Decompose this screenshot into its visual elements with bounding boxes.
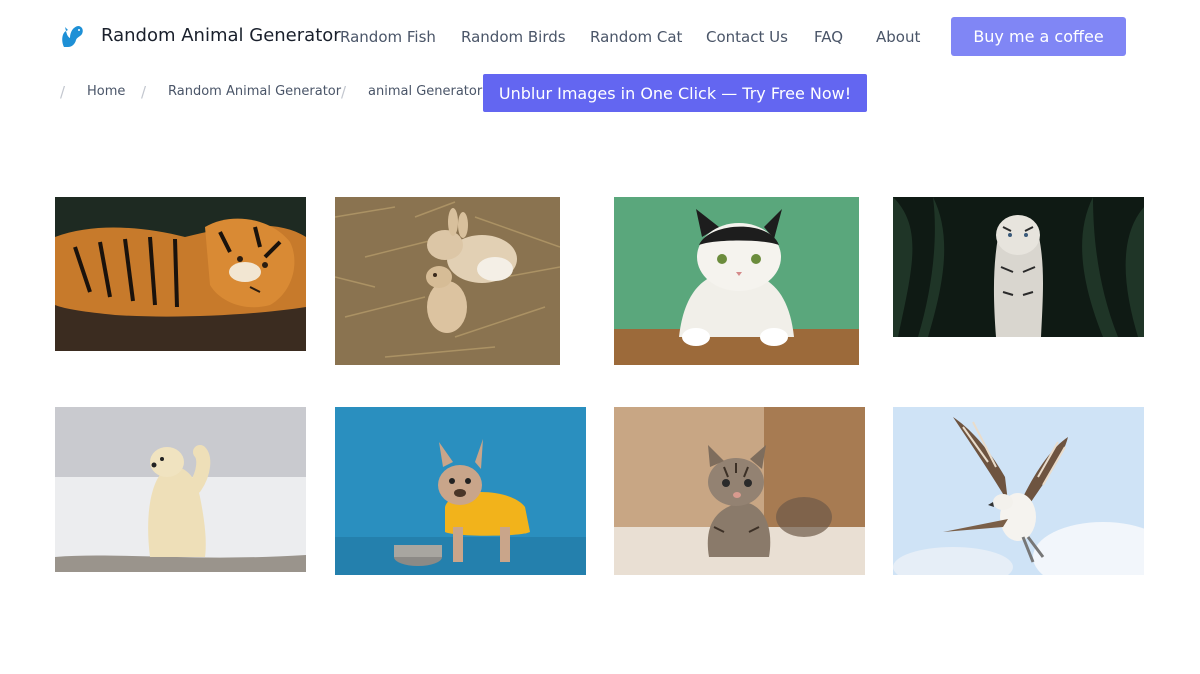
unblur-promo-button[interactable]: Unblur Images in One Click — Try Free No… [483, 74, 867, 112]
buy-coffee-button[interactable]: Buy me a coffee [951, 17, 1126, 56]
gallery-image-osprey[interactable] [893, 407, 1144, 575]
gallery-image-cat[interactable] [614, 197, 859, 365]
nav-contact-us[interactable]: Contact Us [706, 28, 788, 46]
site-brand[interactable]: Random Animal Generator [101, 25, 341, 46]
nav-faq[interactable]: FAQ [814, 28, 843, 46]
gallery-image-kitten[interactable] [614, 407, 865, 575]
squirrel-logo-icon[interactable] [58, 23, 86, 51]
nav-random-cat[interactable]: Random Cat [590, 28, 682, 46]
breadcrumb-home[interactable]: Home [87, 84, 125, 99]
site-header: Random Animal Generator Random Fish Rand… [0, 0, 1200, 74]
nav-random-fish[interactable]: Random Fish [340, 28, 436, 46]
breadcrumb-random-animal-generator[interactable]: Random Animal Generator [168, 84, 341, 99]
breadcrumb-separator: / [341, 83, 347, 101]
gallery-image-rabbits[interactable] [335, 197, 560, 365]
gallery-image-polar-bear[interactable] [55, 407, 306, 572]
breadcrumb-separator: / [60, 83, 66, 101]
breadcrumb-separator: / [141, 83, 147, 101]
nav-random-birds[interactable]: Random Birds [461, 28, 566, 46]
gallery-image-tiger[interactable] [55, 197, 306, 351]
gallery-image-white-tiger[interactable] [893, 197, 1144, 337]
gallery-image-french-bulldog[interactable] [335, 407, 586, 575]
breadcrumb-animal-generator: animal Generator [368, 84, 483, 99]
nav-about[interactable]: About [876, 28, 920, 46]
